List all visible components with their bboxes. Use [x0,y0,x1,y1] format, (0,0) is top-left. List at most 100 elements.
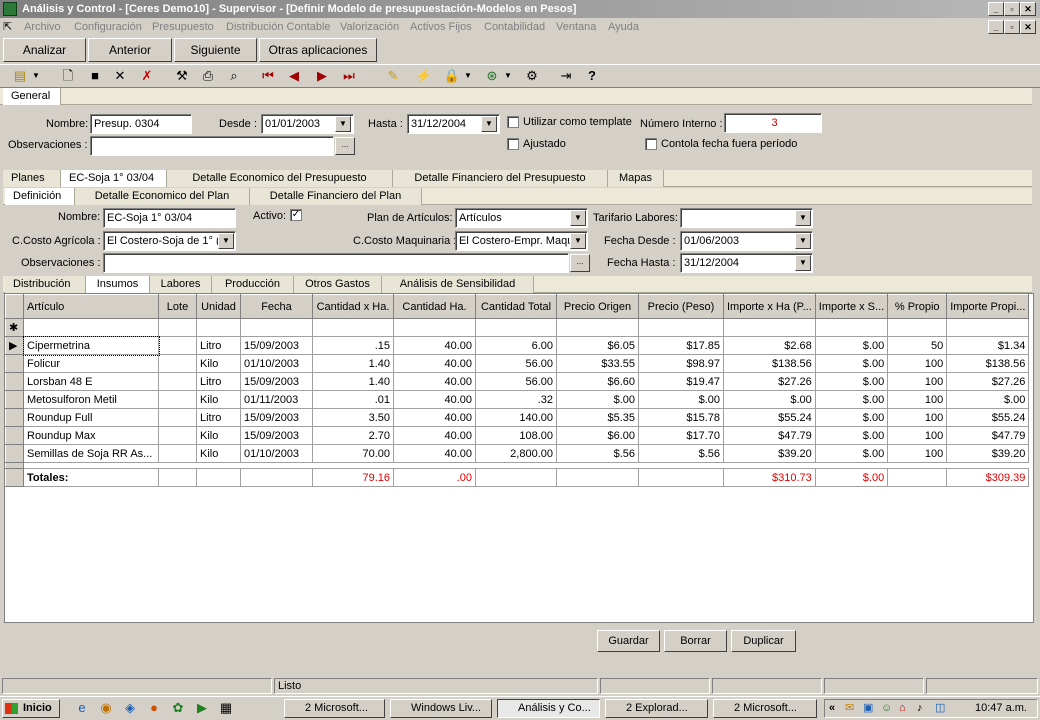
cell-pct-propio[interactable]: 100 [887,408,948,427]
cell-importe-x-s[interactable]: $.00 [814,444,889,463]
cell-importe-x-ha[interactable]: $.00 [723,390,816,409]
tray-volume-icon[interactable]: ♪ [917,700,923,717]
cell-importe-x-ha[interactable]: $2.68 [723,336,816,355]
cell-precio-origen[interactable]: $5.35 [556,408,639,427]
col-importe-propio[interactable]: Importe Propi... [946,294,1030,319]
cell-fecha[interactable]: 01/11/2003 [240,390,313,409]
cell-importe-x-s[interactable]: $.00 [814,372,889,391]
maximize-button[interactable]: ▫ [1004,2,1020,16]
cell-importe-propio[interactable]: $.00 [946,390,1030,409]
cell-precio-peso[interactable]: $17.70 [638,426,724,445]
cell-lote[interactable] [158,354,197,373]
plan-nombre-field[interactable]: EC-Soja 1° 03/04 [103,208,236,228]
execute-icon[interactable]: ⚡ [414,67,434,85]
col-unidad[interactable]: Unidad [196,294,241,319]
child-minimize-button[interactable]: _ [988,20,1004,34]
cell-articulo[interactable]: Folicur [23,354,159,373]
menu-presupuesto[interactable]: Presupuesto [152,18,214,36]
analizar-button[interactable]: Analizar [3,38,86,62]
cell-precio-peso[interactable]: $19.47 [638,372,724,391]
cell-cantidad-x-ha[interactable]: .15 [312,336,394,355]
cell-fecha[interactable]: 15/09/2003 [240,408,313,427]
cell-lote[interactable] [158,408,197,427]
cell-pct-propio[interactable]: 100 [887,372,948,391]
minimize-button[interactable]: _ [988,2,1004,16]
cell-precio-peso[interactable]: $17.85 [638,336,724,355]
cell-pct-propio[interactable]: 100 [887,444,948,463]
controla-checkbox[interactable] [645,138,657,150]
grid-cell[interactable] [312,318,394,337]
cell-lote[interactable] [158,390,197,409]
grid-cell[interactable] [196,318,241,337]
current-row-marker-icon[interactable]: ▶ [5,336,24,355]
cell-unidad[interactable]: Kilo [196,444,241,463]
show-desktop-icon[interactable]: ▦ [216,699,236,717]
tray-user-icon[interactable]: ☺ [881,700,892,717]
link-icon[interactable]: ⊛ [482,67,502,85]
media-icon[interactable]: ▶ [192,699,212,717]
cell-lote[interactable] [158,336,197,355]
menu-contabilidad[interactable]: Contabilidad [484,18,545,36]
cell-pct-propio[interactable]: 50 [887,336,948,355]
plan-observaciones-field[interactable] [103,253,569,273]
insumos-grid[interactable]: Artículo Lote Unidad Fecha Cantidad x Ha… [4,293,1034,623]
cell-lote[interactable] [158,426,197,445]
cell-importe-x-s[interactable]: $.00 [814,408,889,427]
cell-pct-propio[interactable]: 100 [887,426,948,445]
child-restore-button[interactable]: ▫ [1004,20,1020,34]
tab-mapas[interactable]: Mapas [608,170,664,187]
cell-importe-propio[interactable]: $47.79 [946,426,1030,445]
table-row[interactable]: Semillas de Soja RR As... Kilo 01/10/2003 7… [5,444,1030,463]
hierarchy-icon[interactable]: ⚙ [522,67,542,85]
cell-importe-x-ha[interactable]: $27.26 [723,372,816,391]
lock-dropdown-icon[interactable]: ▼ [462,67,474,85]
cell-cantidad-x-ha[interactable]: 70.00 [312,444,394,463]
cell-precio-peso[interactable]: $.00 [638,390,724,409]
cell-precio-origen[interactable]: $33.55 [556,354,639,373]
numero-field[interactable]: 3 [724,113,822,133]
cell-lote[interactable] [158,444,197,463]
grid-cell[interactable] [638,318,724,337]
ccosto-agricola-dropdown-icon[interactable]: ▼ [218,233,234,249]
fecha-hasta-dropdown-icon[interactable]: ▼ [795,255,811,271]
cell-unidad[interactable]: Litro [196,372,241,391]
fecha-hasta-field[interactable]: 31/12/2004 [680,253,813,273]
grid-cell[interactable] [556,318,639,337]
cell-cantidad-ha[interactable]: 40.00 [393,426,476,445]
cell-unidad[interactable]: Kilo [196,390,241,409]
tab-labores[interactable]: Labores [150,276,212,293]
cell-cantidad-x-ha[interactable]: 3.50 [312,408,394,427]
cell-importe-x-ha[interactable]: $55.24 [723,408,816,427]
cell-cantidad-x-ha[interactable]: 2.70 [312,426,394,445]
col-importe-x-s[interactable]: Importe x S... [814,294,889,319]
cell-cantidad-total[interactable]: .32 [475,390,557,409]
cell-precio-origen[interactable]: $6.60 [556,372,639,391]
table-row[interactable]: Roundup Max Kilo 15/09/2003 2.70 40.00 108.00… [5,426,1030,445]
taskbar-item-microsoft-1[interactable]: 2 Microsoft... [284,699,385,718]
link-dropdown-icon[interactable]: ▼ [502,67,514,85]
last-record-icon[interactable]: ⏭ [339,67,359,85]
col-precio-peso[interactable]: Precio (Peso) [638,294,724,319]
cell-articulo[interactable]: Lorsban 48 E [23,372,159,391]
tray-network-icon[interactable]: ⌂ [899,700,906,717]
table-row[interactable]: Roundup Full Litro 15/09/2003 3.50 40.00 140.… [5,408,1030,427]
cell-precio-peso[interactable]: $15.78 [638,408,724,427]
tray-security-icon[interactable]: ◫ [935,700,945,717]
tab-produccion[interactable]: Producción [212,276,294,293]
firefox-icon[interactable]: ● [144,699,164,717]
child-close-button[interactable]: ✕ [1020,20,1036,34]
cell-fecha[interactable]: 01/10/2003 [240,354,313,373]
cell-importe-x-s[interactable]: $.00 [814,336,889,355]
cell-unidad[interactable]: Kilo [196,426,241,445]
grid-cell[interactable] [240,318,313,337]
cell-fecha[interactable]: 15/09/2003 [240,372,313,391]
cell-articulo[interactable]: Cipermetrina [22,335,160,356]
menu-ayuda[interactable]: Ayuda [608,18,639,36]
grid-cell[interactable] [723,318,816,337]
cell-importe-propio[interactable]: $138.56 [946,354,1030,373]
tarifario-select[interactable] [680,208,813,228]
cell-precio-peso[interactable]: $98.97 [638,354,724,373]
col-precio-origen[interactable]: Precio Origen [556,294,639,319]
nombre-field[interactable]: Presup. 0304 [90,114,192,134]
taskbar-item-analisis[interactable]: Análisis y Co... [497,699,600,718]
